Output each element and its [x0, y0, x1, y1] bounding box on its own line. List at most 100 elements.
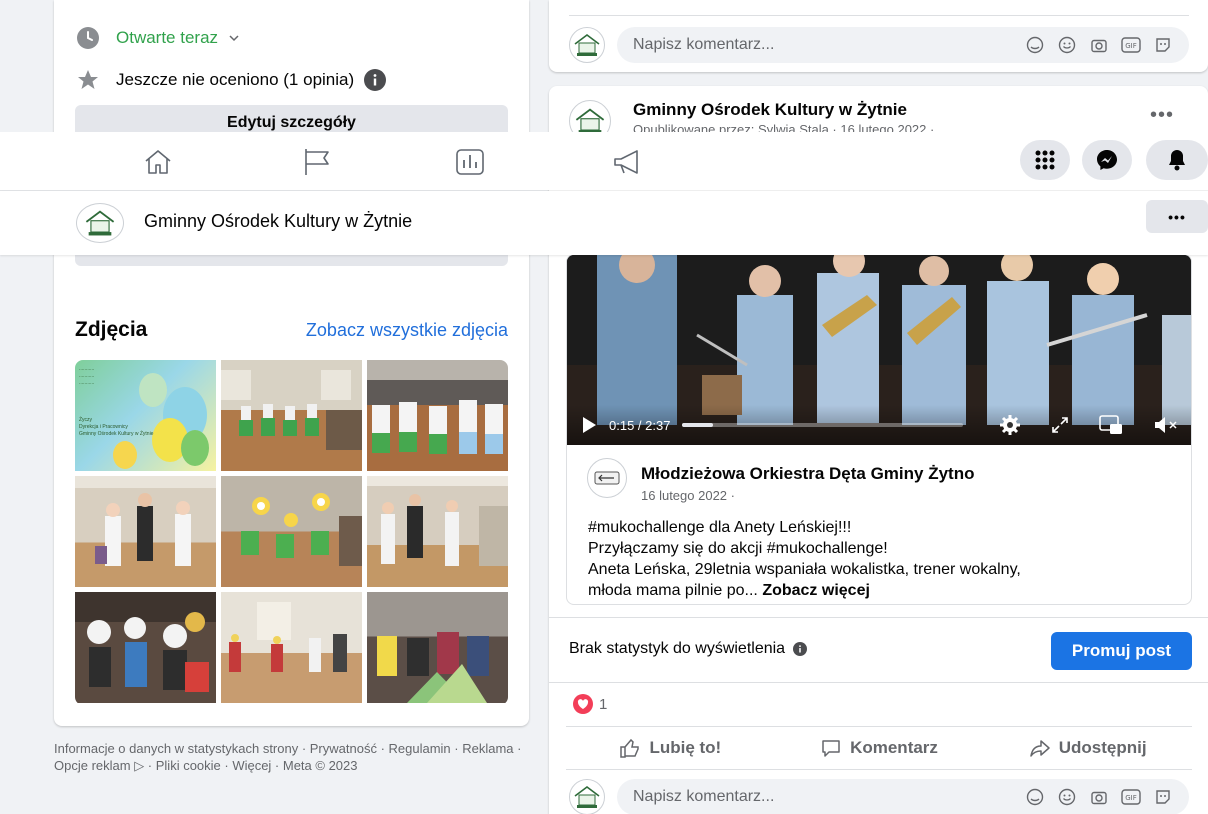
sticker-icon[interactable] — [1153, 787, 1173, 807]
comment-input[interactable]: Napisz komentarz... GIF — [617, 779, 1189, 814]
page-avatar[interactable] — [569, 779, 605, 814]
bell-icon — [1166, 148, 1188, 172]
page-header-bar: Gminny Ośrodek Kultury w Żytnie ••• — [0, 191, 1208, 255]
info-icon[interactable] — [364, 69, 387, 91]
avatar-sticker-icon[interactable] — [1025, 787, 1045, 807]
share-label: Udostępnij — [1058, 738, 1147, 757]
gif-icon[interactable]: GIF — [1121, 787, 1141, 807]
pages-tab[interactable] — [296, 142, 336, 182]
photo-thumbnail[interactable] — [75, 592, 216, 703]
shared-post-header: Młodzieżowa Orkiestra Dęta Gminy Żytno 1… — [587, 458, 974, 503]
messenger-icon — [1095, 148, 1119, 172]
comment-composer: Napisz komentarz... GIF — [569, 26, 1189, 64]
page-title[interactable]: Gminny Ośrodek Kultury w Żytnie — [144, 211, 412, 232]
photo-thumbnail[interactable] — [221, 476, 362, 587]
video-progress[interactable] — [682, 423, 963, 427]
post-more-button[interactable]: ••• — [1150, 104, 1174, 127]
photo-thumbnail[interactable] — [367, 592, 508, 703]
shared-date[interactable]: 16 lutego 2022 · — [641, 488, 974, 503]
comment-icon — [820, 738, 842, 758]
share-button[interactable]: Udostępnij — [983, 727, 1192, 769]
page-logo[interactable] — [76, 203, 124, 243]
info-icon[interactable] — [793, 642, 808, 656]
page-more-button[interactable]: ••• — [1146, 200, 1208, 233]
shared-author[interactable]: Młodzieżowa Orkiestra Dęta Gminy Żytno — [641, 464, 974, 484]
chart-icon — [455, 148, 485, 176]
thumbs-up-icon — [619, 738, 641, 758]
star-icon — [76, 68, 100, 92]
rating-label: Jeszcze nie oceniono (1 opinia) — [116, 70, 355, 89]
photo-thumbnail[interactable] — [367, 476, 508, 587]
previous-post-footer: Napisz komentarz... GIF — [549, 0, 1208, 72]
avatar-sticker-icon[interactable] — [1025, 35, 1045, 55]
video-controls: 0:15 / 2:37 — [567, 405, 1191, 445]
home-tab[interactable] — [138, 142, 178, 182]
svg-text:GIF: GIF — [1125, 794, 1137, 802]
camera-icon[interactable] — [1089, 787, 1109, 807]
post-author[interactable]: Gminny Ośrodek Kultury w Żytnie — [633, 100, 907, 120]
notifications-button[interactable] — [1146, 140, 1208, 180]
play-icon[interactable] — [581, 416, 597, 434]
messenger-button[interactable] — [1082, 140, 1132, 180]
comment-button[interactable]: Komentarz — [775, 727, 984, 769]
reaction-summary[interactable]: 1 — [573, 694, 607, 714]
emoji-icon[interactable] — [1057, 35, 1077, 55]
chevron-down-icon — [228, 32, 240, 44]
photo-thumbnail[interactable] — [367, 360, 508, 471]
rating-row: Jeszcze nie oceniono (1 opinia) — [76, 68, 387, 92]
divider — [569, 15, 1189, 16]
text-line: Przyłączamy się do akcji #mukochallenge! — [588, 540, 888, 557]
see-all-photos-link[interactable]: Zobacz wszystkie zdjęcia — [306, 320, 508, 341]
pip-icon[interactable] — [1099, 415, 1123, 435]
comment-label: Komentarz — [850, 738, 938, 757]
photo-grid: ........... ........... ........... Życz… — [75, 360, 508, 705]
mute-icon[interactable] — [1153, 415, 1179, 435]
grid-menu-icon — [1034, 149, 1056, 171]
see-more-link[interactable]: Zobacz więcej — [762, 582, 870, 599]
svg-text:GIF: GIF — [1125, 42, 1137, 50]
photo-thumbnail[interactable] — [75, 476, 216, 587]
poster-line: ........... — [79, 366, 95, 372]
comment-placeholder: Napisz komentarz... — [633, 36, 775, 53]
shared-author-avatar[interactable] — [587, 458, 627, 498]
hours-row[interactable]: Otwarte teraz — [76, 26, 240, 50]
poster-line: Dyrekcja i Pracownicy — [79, 424, 128, 430]
text-line: #mukochallenge dla Anety Leńskiej!!! — [588, 519, 852, 536]
stats-text: Brak statystyk do wyświetlenia — [569, 640, 786, 657]
menu-button[interactable] — [1020, 140, 1070, 180]
footer-links[interactable]: Informacje o danych w statystykach stron… — [54, 740, 529, 774]
top-nav-bar — [0, 132, 1208, 190]
ads-tab[interactable] — [608, 142, 648, 182]
emoji-icon[interactable] — [1057, 787, 1077, 807]
promote-post-button[interactable]: Promuj post — [1051, 632, 1192, 670]
settings-icon[interactable] — [999, 414, 1021, 436]
heart-icon — [573, 694, 593, 714]
hours-label: Otwarte teraz — [116, 28, 219, 47]
video-progress-fill — [682, 423, 714, 427]
insights-tab[interactable] — [450, 142, 490, 182]
photos-title: Zdjęcia — [75, 318, 148, 341]
poster-line: ........... — [79, 380, 95, 386]
comment-input[interactable]: Napisz komentarz... GIF — [617, 27, 1189, 63]
poster-line: Życzy — [79, 417, 93, 423]
photo-thumbnail[interactable] — [221, 360, 362, 471]
camera-icon[interactable] — [1089, 35, 1109, 55]
video-time: 0:15 / 2:37 — [609, 417, 671, 433]
gif-icon[interactable]: GIF — [1121, 35, 1141, 55]
text-line: Aneta Leńska, 29letnia wspaniała wokalis… — [588, 561, 1021, 578]
page-avatar[interactable] — [569, 27, 605, 63]
text-line: młoda mama pilnie po... — [588, 582, 763, 599]
shared-post-text: #mukochallenge dla Anety Leńskiej!!! Prz… — [588, 517, 1168, 601]
video-player[interactable]: 0:15 / 2:37 — [567, 255, 1191, 445]
shared-post: 0:15 / 2:37 Młodzieżowa Orkiestra Dęta G… — [566, 254, 1192, 605]
expand-icon[interactable] — [1051, 416, 1069, 434]
home-icon — [143, 148, 173, 176]
sticker-icon[interactable] — [1153, 35, 1173, 55]
comment-composer: Napisz komentarz... GIF — [569, 778, 1189, 814]
like-button[interactable]: Lubię to! — [566, 727, 775, 769]
photos-card: Zdjęcia Zobacz wszystkie zdjęcia .......… — [54, 240, 529, 726]
post-stats-row: Brak statystyk do wyświetlenia Promuj po… — [549, 617, 1208, 683]
photo-thumbnail[interactable] — [221, 592, 362, 703]
photo-thumbnail[interactable]: ........... ........... ........... Życz… — [75, 360, 216, 471]
post-actions: Lubię to! Komentarz Udostępnij — [566, 726, 1192, 770]
